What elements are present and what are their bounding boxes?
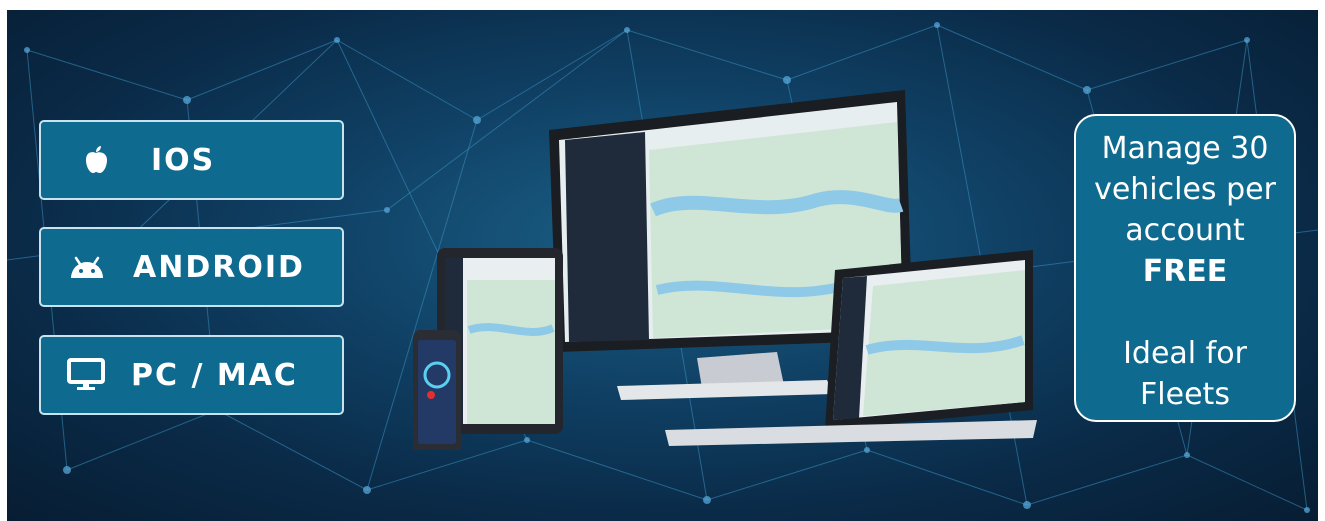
ios-label: IOS xyxy=(151,142,216,178)
info-line-2: vehicles per xyxy=(1094,172,1276,207)
monitor-icon xyxy=(41,358,131,392)
info-line-3: account xyxy=(1125,213,1245,248)
promo-banner: IOS ANDROID PC / MAC Manage 30 vehicles … xyxy=(7,10,1318,521)
apple-icon xyxy=(41,145,151,175)
info-line-6: Fleets xyxy=(1140,377,1230,412)
info-line-5: Ideal for xyxy=(1123,336,1247,371)
android-button[interactable]: ANDROID xyxy=(39,227,344,307)
pc-mac-button[interactable]: PC / MAC xyxy=(39,335,344,415)
android-label: ANDROID xyxy=(133,249,305,285)
ios-button[interactable]: IOS xyxy=(39,120,344,200)
info-free: FREE xyxy=(1142,254,1228,289)
device-mockups-image xyxy=(413,90,1037,450)
android-icon xyxy=(41,254,133,280)
free-offer-box: Manage 30 vehicles per account FREE Idea… xyxy=(1074,114,1296,422)
info-line-1: Manage 30 xyxy=(1101,131,1269,166)
pc-mac-label: PC / MAC xyxy=(131,357,298,393)
